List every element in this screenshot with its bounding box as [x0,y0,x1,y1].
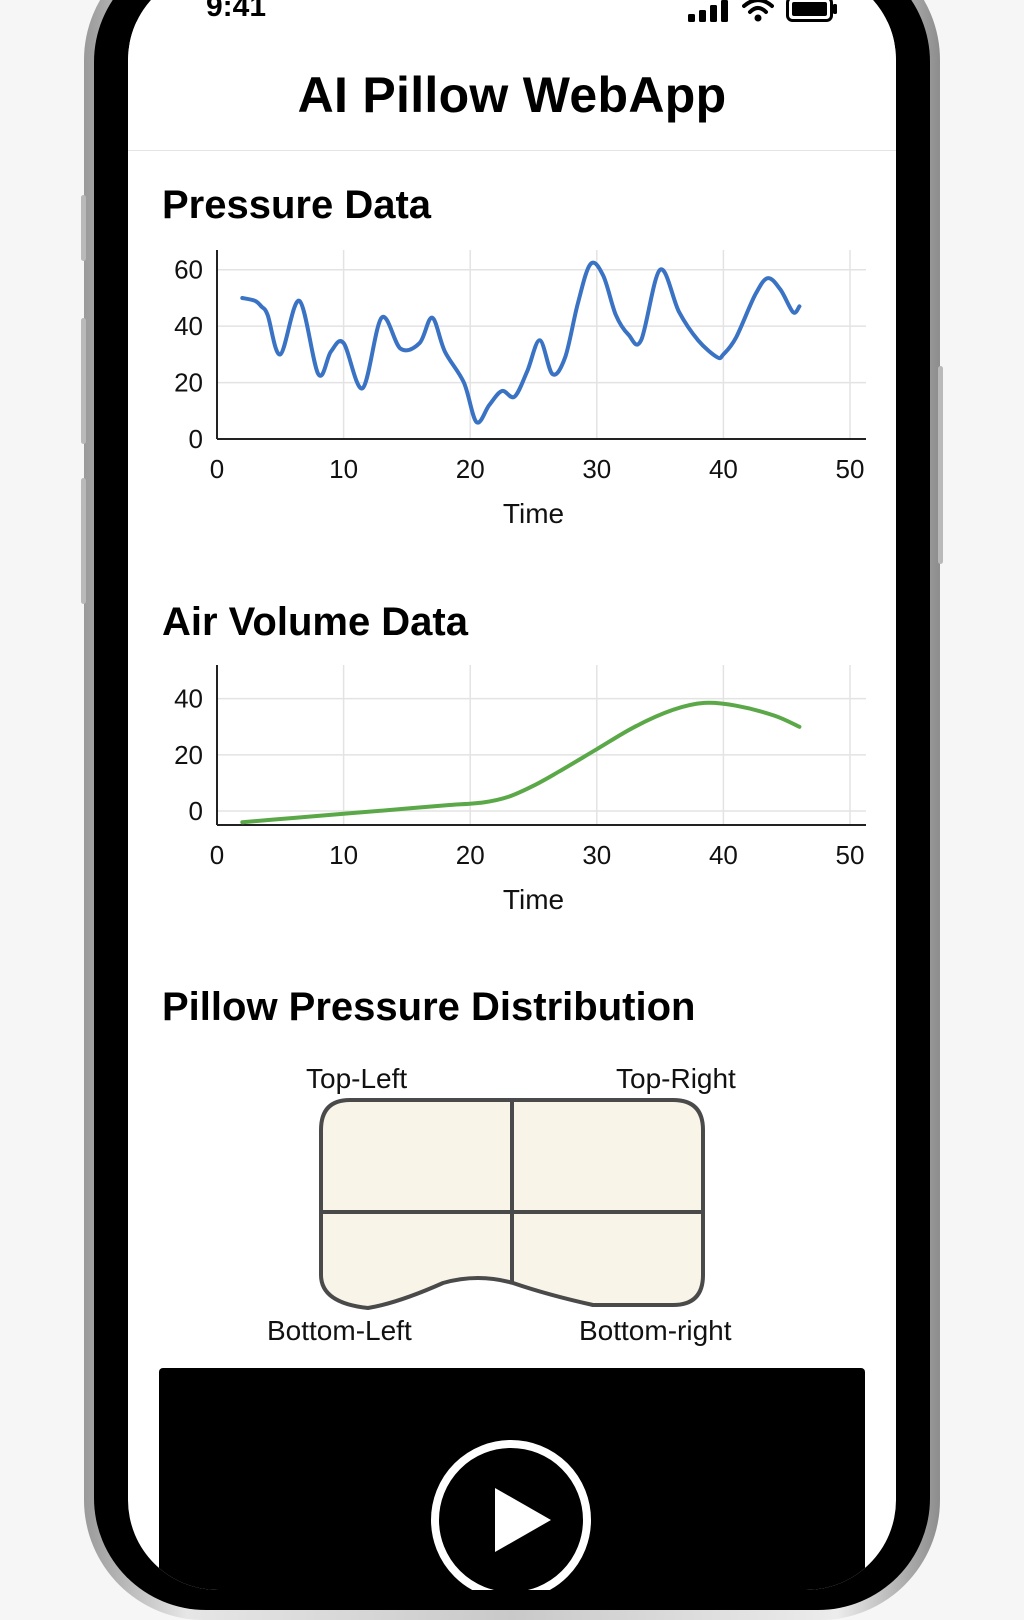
pressure-x-tick-label: 20 [456,454,485,484]
mute-switch [81,195,86,261]
zone-bottom-left[interactable] [328,1218,506,1278]
pressure-series-line [240,260,802,425]
air-volume-y-tick-label: 20 [174,740,203,770]
pressure-section-title: Pressure Data [162,183,432,227]
wifi-icon [742,0,774,22]
air-volume-series-line [240,700,802,825]
air-volume-chart: 0 10 20 30 40 50 0 20 40 Time [174,665,866,915]
phone-screen: 9:41 AI Pillow WebApp Pressure Data 010 … [128,0,896,1590]
air-volume-x-tick-label: 10 [329,840,358,870]
zone-top-left[interactable] [328,1107,506,1206]
play-icon [495,1488,551,1552]
status-bar: 9:41 [128,0,896,23]
pressure-y-tick-label: 40 [174,311,203,341]
volume-up-button [81,318,86,444]
battery-icon [786,0,837,22]
status-icons [688,0,838,22]
play-button[interactable] [431,1440,591,1590]
air-volume-y-tick-label: 40 [174,684,203,714]
pressure-x-tick-label: 50 [836,454,865,484]
air-volume-x-axis-title: Time [503,884,564,915]
pressure-y-tick-label: 20 [174,368,203,398]
top-left-label: Top-Left [306,1063,408,1094]
air-volume-x-tick-label: 0 [210,840,224,870]
top-right-label: Top-Right [616,1063,736,1094]
air-volume-x-tick-label: 20 [456,840,485,870]
pillow-section-title: Pillow Pressure Distribution [162,985,696,1029]
status-time: 9:41 [206,0,267,23]
zone-top-right[interactable] [518,1107,696,1206]
pillow-diagram [319,1098,705,1310]
bottom-left-label: Bottom-Left [267,1315,412,1346]
air-volume-x-tick-label: 50 [836,840,865,870]
zone-bottom-right[interactable] [518,1218,696,1278]
pressure-chart: 0 10 20 30 40 50 0 20 40 60 Time [174,250,866,529]
pressure-x-tick-label: 0 [210,454,224,484]
signal-icon [688,0,728,22]
pressure-x-axis-title: Time [503,498,564,529]
pressure-y-tick-label: 60 [174,255,203,285]
app-title: AI Pillow WebApp [297,67,727,123]
pressure-x-tick-label: 40 [709,454,738,484]
pressure-x-tick-label: 30 [582,454,611,484]
pressure-x-tick-label: 10 [329,454,358,484]
bottom-right-label: Bottom-right [579,1315,732,1346]
pressure-y-tick-label: 0 [189,424,203,454]
video-panel [159,1368,865,1590]
air-volume-section-title: Air Volume Data [162,600,468,644]
power-button [938,366,943,564]
air-volume-x-tick-label: 30 [582,840,611,870]
air-volume-x-tick-label: 40 [709,840,738,870]
air-volume-y-tick-label: 0 [189,796,203,826]
volume-down-button [81,478,86,604]
